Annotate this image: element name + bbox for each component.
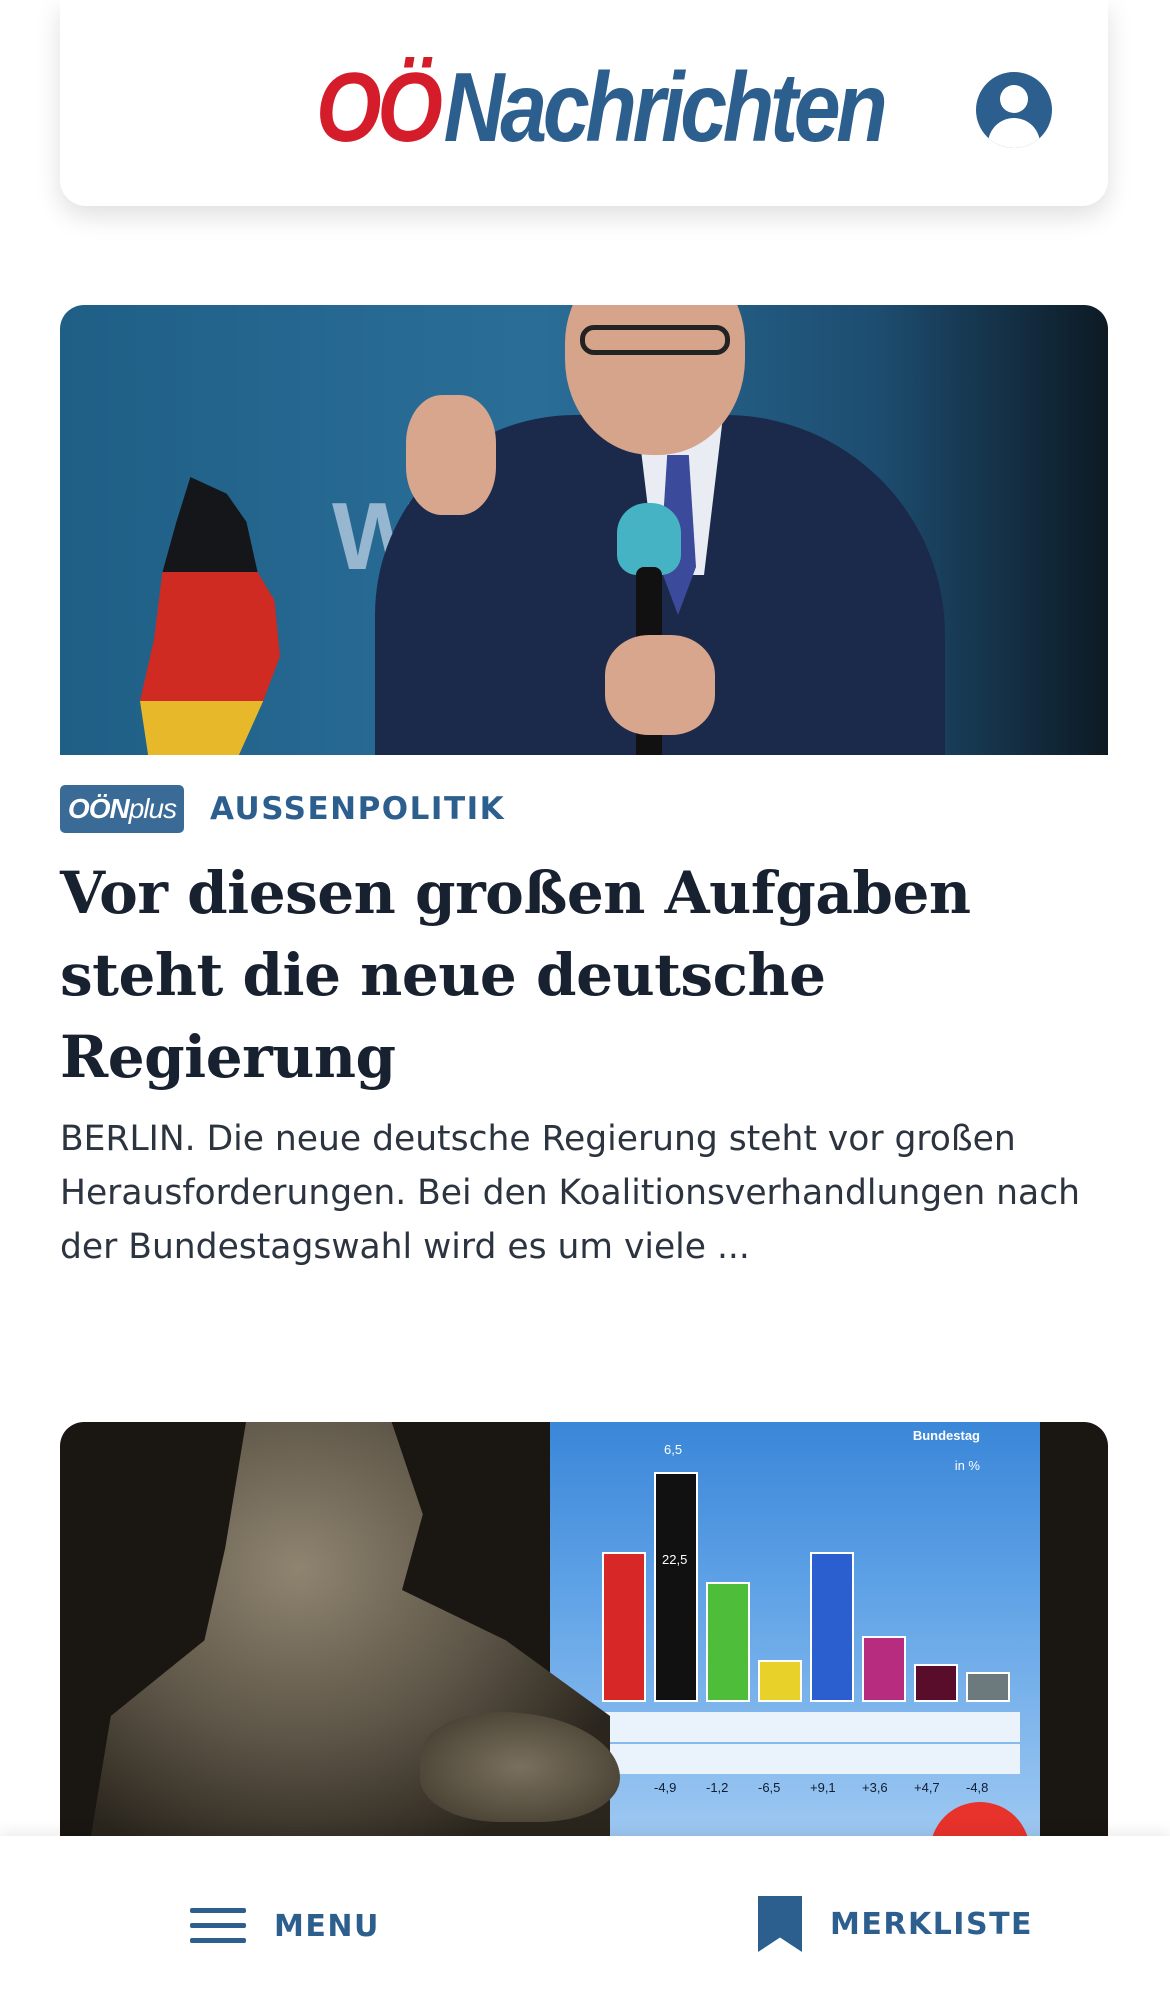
account-icon-head [1000, 85, 1028, 113]
results-table-row-1 [600, 1712, 1020, 1742]
result-bar [758, 1660, 802, 1702]
logo-name: Nachrichten [443, 52, 888, 162]
result-table-cell: -4,9 [654, 1780, 677, 1795]
speaker-hand-holding-mic [605, 635, 715, 735]
speaker-glasses [580, 325, 730, 355]
logo-oo: OÖ [316, 52, 443, 162]
menu-button[interactable]: MENU [190, 1906, 380, 1946]
result-table-cell: -6,5 [758, 1780, 781, 1795]
menu-label: MENU [274, 1908, 380, 1944]
result-table-cell: +4,7 [914, 1780, 940, 1795]
result-bar [810, 1552, 854, 1702]
hamburger-icon [190, 1908, 246, 1944]
account-icon-body [988, 118, 1040, 148]
article-category[interactable]: AUSSENPOLITIK [210, 791, 505, 827]
article-image-2[interactable]: Bundestag in % SPDCDU/CSU22,56,5GrüneFDP… [60, 1422, 1108, 1842]
article-teaser[interactable]: BERLIN. Die neue deutsche Regierung steh… [60, 1112, 1120, 1274]
badge-brand: OÖN [67, 793, 130, 824]
result-table-cell: -1,2 [706, 1780, 729, 1795]
microphone [617, 503, 681, 575]
germany-map-graphic [140, 477, 280, 755]
result-table-cell: -4,8 [966, 1780, 989, 1795]
election-results-screen: Bundestag in % SPDCDU/CSU22,56,5GrüneFDP… [550, 1422, 1040, 1842]
site-logo[interactable]: OÖ Nachrichten [316, 52, 888, 162]
article-tag-row: OÖN plus AUSSENPOLITIK [60, 785, 505, 833]
screen-title: Bundestag [912, 1428, 980, 1443]
bookmark-icon [758, 1896, 802, 1952]
article-image-1[interactable]: Wi n [60, 305, 1108, 755]
bottom-navigation: MENU MERKLISTE [0, 1836, 1170, 1992]
speaker-raised-hand [406, 395, 496, 515]
result-table-cell: +9,1 [810, 1780, 836, 1795]
bookmarks-label: MERKLISTE [830, 1906, 1034, 1942]
screen-unit: in % [954, 1458, 980, 1473]
result-table-cell: +3,6 [862, 1780, 888, 1795]
results-table-row-2 [600, 1744, 1020, 1774]
result-bar [602, 1552, 646, 1702]
result-bar-value: 22,5 [662, 1552, 688, 1567]
result-bar [706, 1582, 750, 1702]
site-header: OÖ Nachrichten [60, 0, 1108, 206]
result-bar [862, 1636, 906, 1702]
bookmarks-button[interactable]: MERKLISTE [758, 1896, 1033, 1952]
user-account-icon[interactable] [976, 72, 1052, 148]
article-headline[interactable]: Vor diesen großen Aufgaben steht die neu… [60, 852, 1080, 1098]
oonplus-badge: OÖN plus [60, 785, 184, 833]
result-bar [966, 1672, 1010, 1702]
result-bar [654, 1472, 698, 1702]
badge-plus: plus [128, 793, 177, 824]
result-bar-top-value: 6,5 [664, 1442, 683, 1457]
result-bar [914, 1664, 958, 1702]
